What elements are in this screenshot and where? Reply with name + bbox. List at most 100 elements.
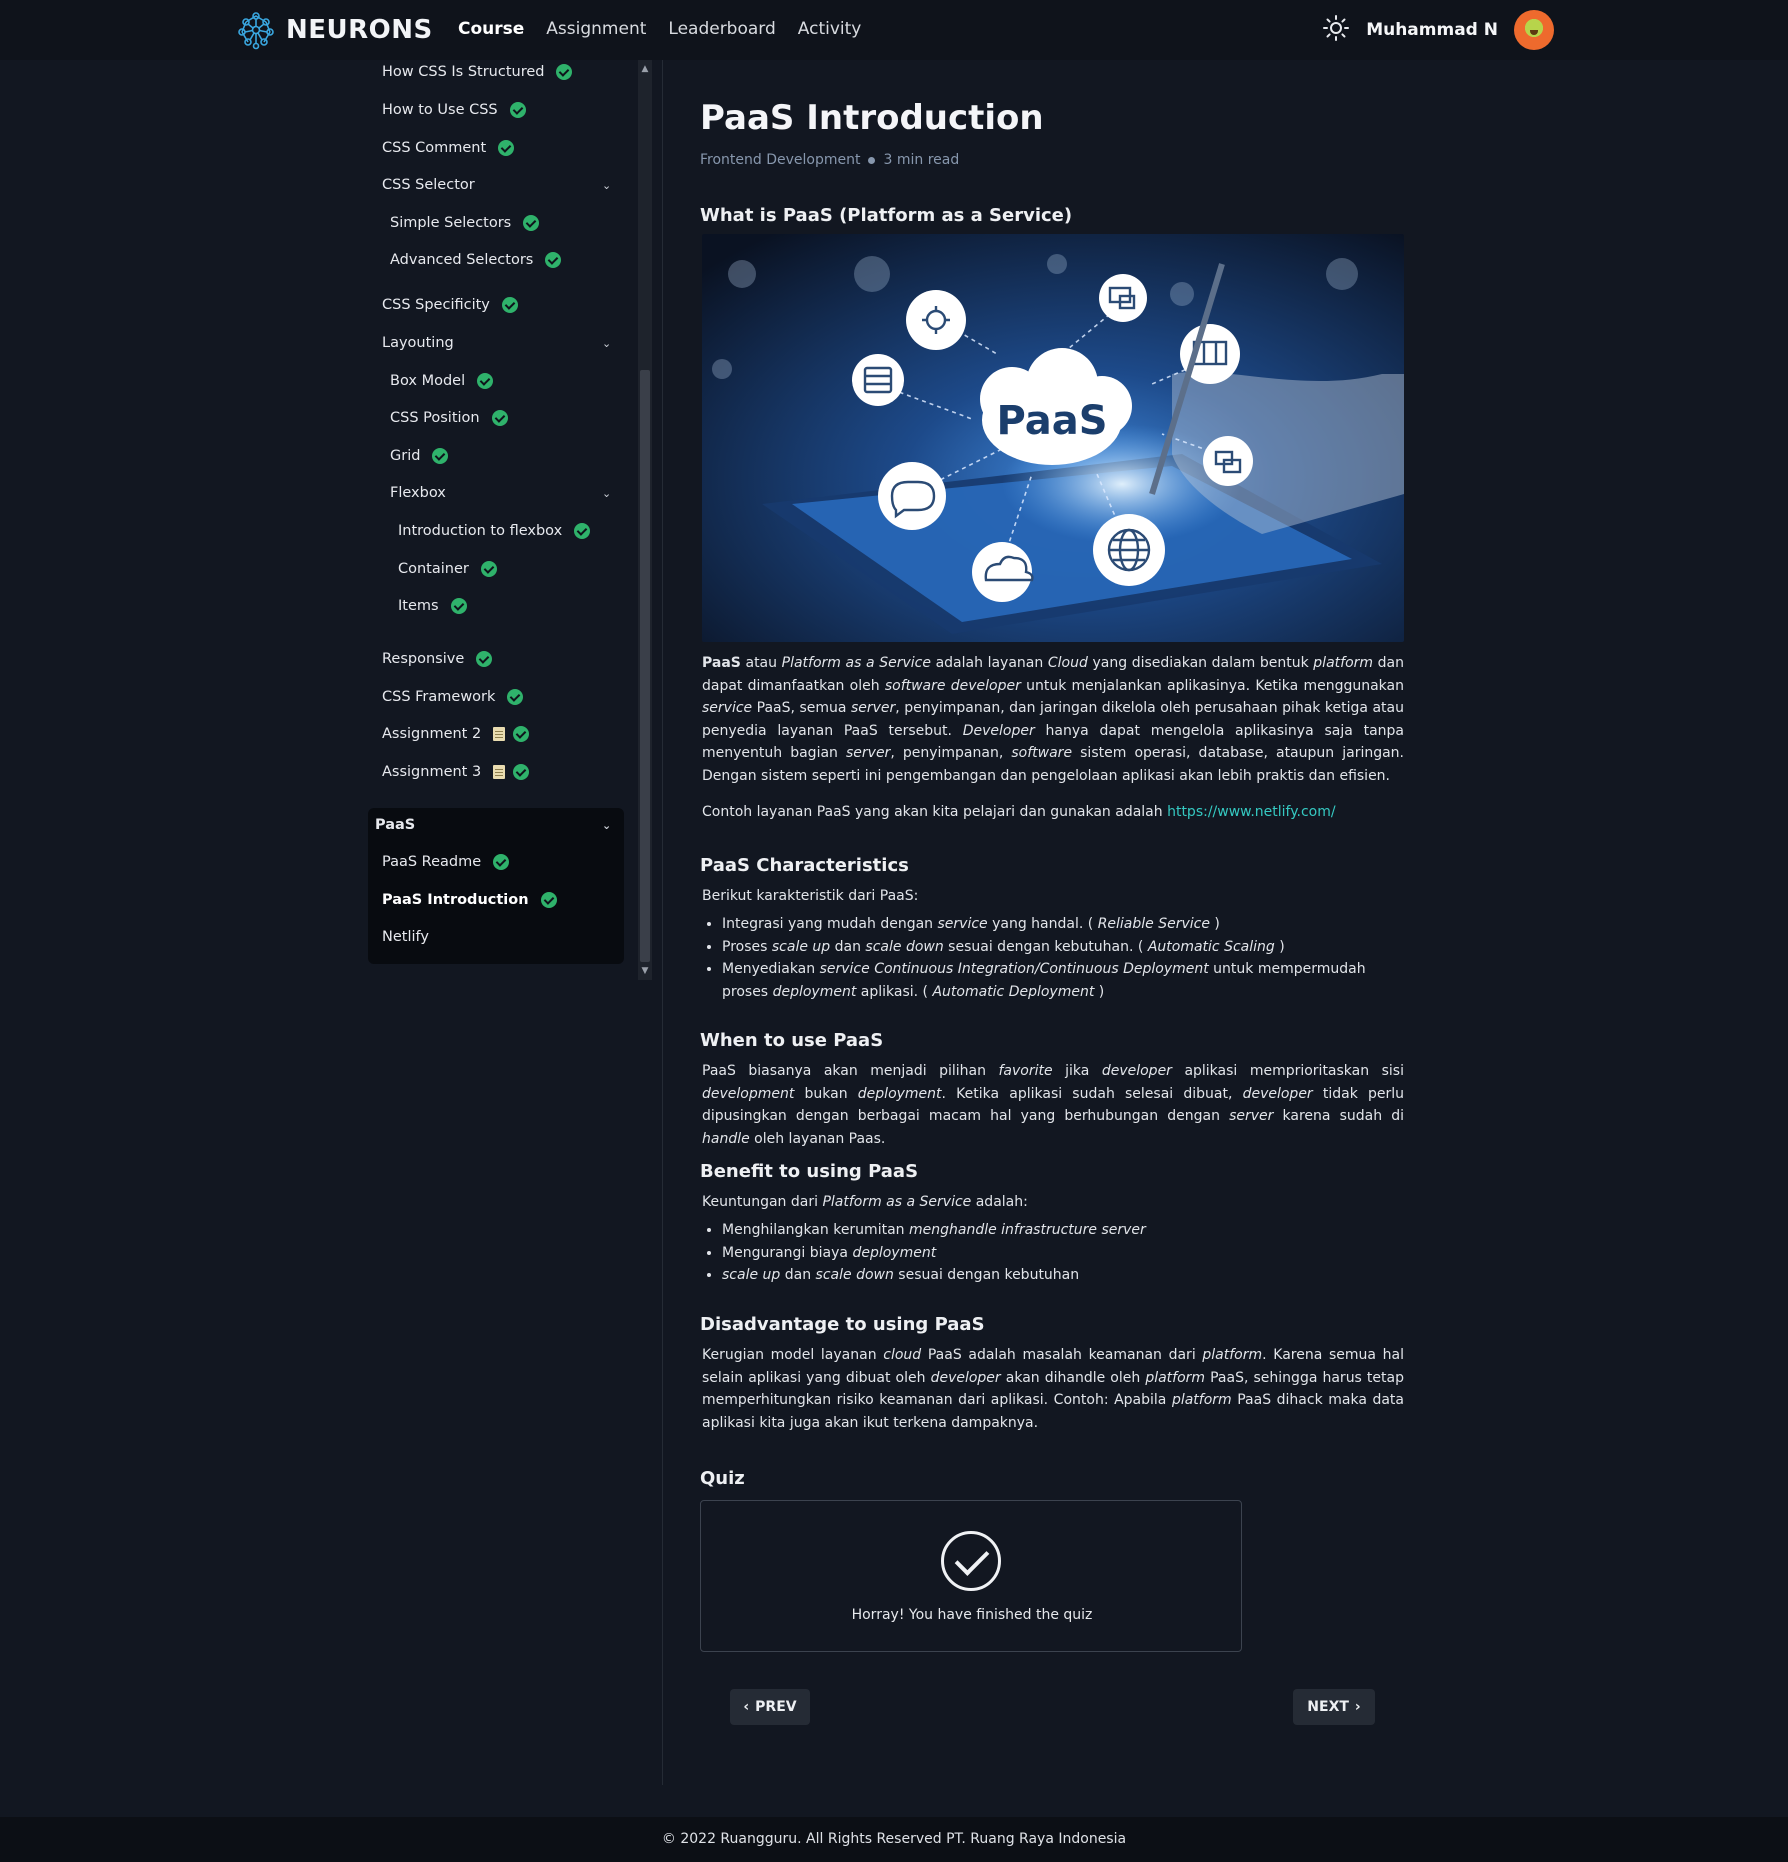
sidebar-item-label: CSS Position [390, 410, 480, 426]
check-icon [513, 726, 530, 742]
list-item: Menyediakan service Continuous Integrati… [722, 958, 1402, 1003]
paragraph-when-to-use: PaaS biasanya akan menjadi pilihan favor… [702, 1063, 1405, 1147]
sidebar-item-label: Responsive [382, 651, 465, 667]
nav-leaderboard[interactable]: Leaderboard [668, 19, 775, 39]
chevron-right-icon: › [1354, 1699, 1361, 1715]
next-label: NEXT [1307, 1699, 1349, 1715]
user-name[interactable]: Muhammad N [1366, 20, 1498, 40]
section-title-disadvantage: Disadvantage to using PaaS [700, 1314, 985, 1335]
sidebar-item-introduction-to-flexbox[interactable]: Introduction to flexbox [398, 523, 591, 539]
list-item: Menghilangkan kerumitan menghandle infra… [722, 1219, 1402, 1242]
avatar[interactable] [1514, 10, 1554, 50]
brand[interactable]: NEURONS [238, 10, 433, 50]
sidebar-item-assignment-2[interactable]: Assignment 2 [382, 726, 530, 742]
paragraph-disadvantage: Kerugian model layanan cloud PaaS adalah… [702, 1347, 1404, 1431]
check-icon [477, 373, 494, 389]
sidebar-item-label: Layouting [382, 335, 454, 351]
check-icon [450, 598, 467, 614]
sidebar-item-label: CSS Specificity [382, 297, 490, 313]
chevron-down-icon: ⌄ [602, 337, 612, 350]
sidebar-item-advanced-selectors[interactable]: Advanced Selectors [390, 252, 562, 268]
nav-course[interactable]: Course [458, 19, 524, 39]
prev-button[interactable]: ‹ PREV [730, 1689, 810, 1725]
article-meta: Frontend Development 3 min read [700, 152, 959, 168]
check-icon [523, 215, 540, 231]
characteristics-intro: Berikut karakteristik dari PaaS: [702, 888, 919, 904]
benefit-list: Menghilangkan kerumitan menghandle infra… [722, 1219, 1402, 1287]
sidebar-item-netlify[interactable]: Netlify [382, 929, 429, 945]
sidebar-item-label: CSS Comment [382, 140, 487, 156]
sidebar-item-grid[interactable]: Grid [390, 448, 449, 464]
check-icon [509, 102, 526, 118]
paragraph-paas-example: Contoh layanan PaaS yang akan kita pelaj… [702, 804, 1336, 820]
scrollbar-thumb[interactable] [640, 370, 650, 962]
read-time: 3 min read [883, 152, 960, 168]
sidebar-item-css-comment[interactable]: CSS Comment [382, 140, 515, 156]
sidebar-item-css-framework[interactable]: CSS Framework [382, 689, 524, 705]
check-icon [476, 651, 493, 667]
sidebar-item-paas-readme[interactable]: PaaS Readme [382, 854, 510, 870]
chevron-down-icon: ⌄ [602, 179, 612, 192]
footer: © 2022 Ruangguru. All Rights Reserved PT… [0, 1817, 1788, 1862]
chevron-down-icon: ⌄ [602, 819, 612, 832]
sidebar-item-label: Box Model [390, 373, 466, 389]
scroll-up-arrow-icon[interactable]: ▲ [638, 62, 652, 76]
sidebar-item-label: Simple Selectors [390, 215, 512, 231]
netlify-link[interactable]: https://www.netlify.com/ [1167, 804, 1336, 820]
sidebar-item-box-model[interactable]: Box Model [390, 373, 494, 389]
sidebar-item-how-to-use-css[interactable]: How to Use CSS [382, 102, 526, 118]
nav-assignment[interactable]: Assignment [546, 19, 646, 39]
check-icon [493, 854, 510, 870]
sidebar-group-paas[interactable]: PaaS ⌄ [375, 817, 614, 833]
document-icon [493, 727, 506, 741]
sidebar-item-label: CSS Selector [382, 177, 475, 193]
check-icon [480, 561, 497, 577]
quiz-title: Quiz [700, 1468, 745, 1489]
check-icon [432, 448, 449, 464]
course-sidebar: How CSS Is Structured How to Use CSS CSS… [362, 60, 652, 980]
section-title-what-is-paas: What is PaaS (Platform as a Service) [700, 205, 1073, 226]
sidebar-item-paas-introduction[interactable]: PaaS Introduction [382, 892, 557, 908]
neurons-logo-icon [238, 10, 274, 50]
check-icon [513, 764, 530, 780]
check-icon [507, 689, 524, 705]
sidebar-group-css-selector[interactable]: CSS Selector ⌄ [382, 177, 614, 193]
sidebar-item-css-specificity[interactable]: CSS Specificity [382, 297, 518, 313]
main-nav: Course Assignment Leaderboard Activity [458, 19, 861, 39]
sidebar-item-how-css-is-structured[interactable]: How CSS Is Structured [382, 64, 573, 80]
section-title-benefit: Benefit to using PaaS [700, 1161, 919, 1182]
sidebar-scrollbar[interactable]: ▲ ▼ [638, 60, 652, 980]
nav-activity[interactable]: Activity [798, 19, 862, 39]
check-circle-icon [941, 1531, 1001, 1591]
top-navbar: NEURONS Course Assignment Leaderboard Ac… [0, 0, 1788, 60]
paragraph-paas-definition: PaaS atau Platform as a Service adalah l… [702, 655, 1405, 784]
paas-hero-image: PaaS [702, 234, 1404, 642]
theme-toggle-sun-icon[interactable] [1322, 14, 1350, 46]
brand-name: NEURONS [286, 15, 433, 45]
characteristics-list: Integrasi yang mudah dengan service yang… [722, 913, 1402, 1003]
sidebar-group-flexbox[interactable]: Flexbox ⌄ [390, 485, 614, 501]
scroll-down-arrow-icon[interactable]: ▼ [638, 964, 652, 978]
sidebar-item-container[interactable]: Container [398, 561, 497, 577]
sidebar-item-label: Container [398, 561, 469, 577]
sidebar-item-responsive[interactable]: Responsive [382, 651, 493, 667]
sidebar-item-assignment-3[interactable]: Assignment 3 [382, 764, 530, 780]
sidebar-item-label: Netlify [382, 929, 429, 945]
next-button[interactable]: NEXT › [1293, 1689, 1375, 1725]
sidebar-item-simple-selectors[interactable]: Simple Selectors [390, 215, 540, 231]
check-icon [574, 523, 591, 539]
sidebar-item-label: How CSS Is Structured [382, 64, 545, 80]
check-icon [501, 297, 518, 313]
sidebar-item-label: Items [398, 598, 439, 614]
chevron-down-icon: ⌄ [602, 487, 612, 500]
sidebar-item-label: Advanced Selectors [390, 252, 534, 268]
sidebar-item-items[interactable]: Items [398, 598, 467, 614]
sidebar-group-layouting[interactable]: Layouting ⌄ [382, 335, 614, 351]
sidebar-item-label: PaaS Readme [382, 854, 482, 870]
sidebar-item-label: CSS Framework [382, 689, 496, 705]
sidebar-item-label: How to Use CSS [382, 102, 498, 118]
hero-paas-label: PaaS [996, 398, 1107, 444]
list-item: scale up dan scale down sesuai dengan ke… [722, 1264, 1402, 1287]
article-category: Frontend Development [700, 152, 861, 168]
sidebar-item-css-position[interactable]: CSS Position [390, 410, 508, 426]
